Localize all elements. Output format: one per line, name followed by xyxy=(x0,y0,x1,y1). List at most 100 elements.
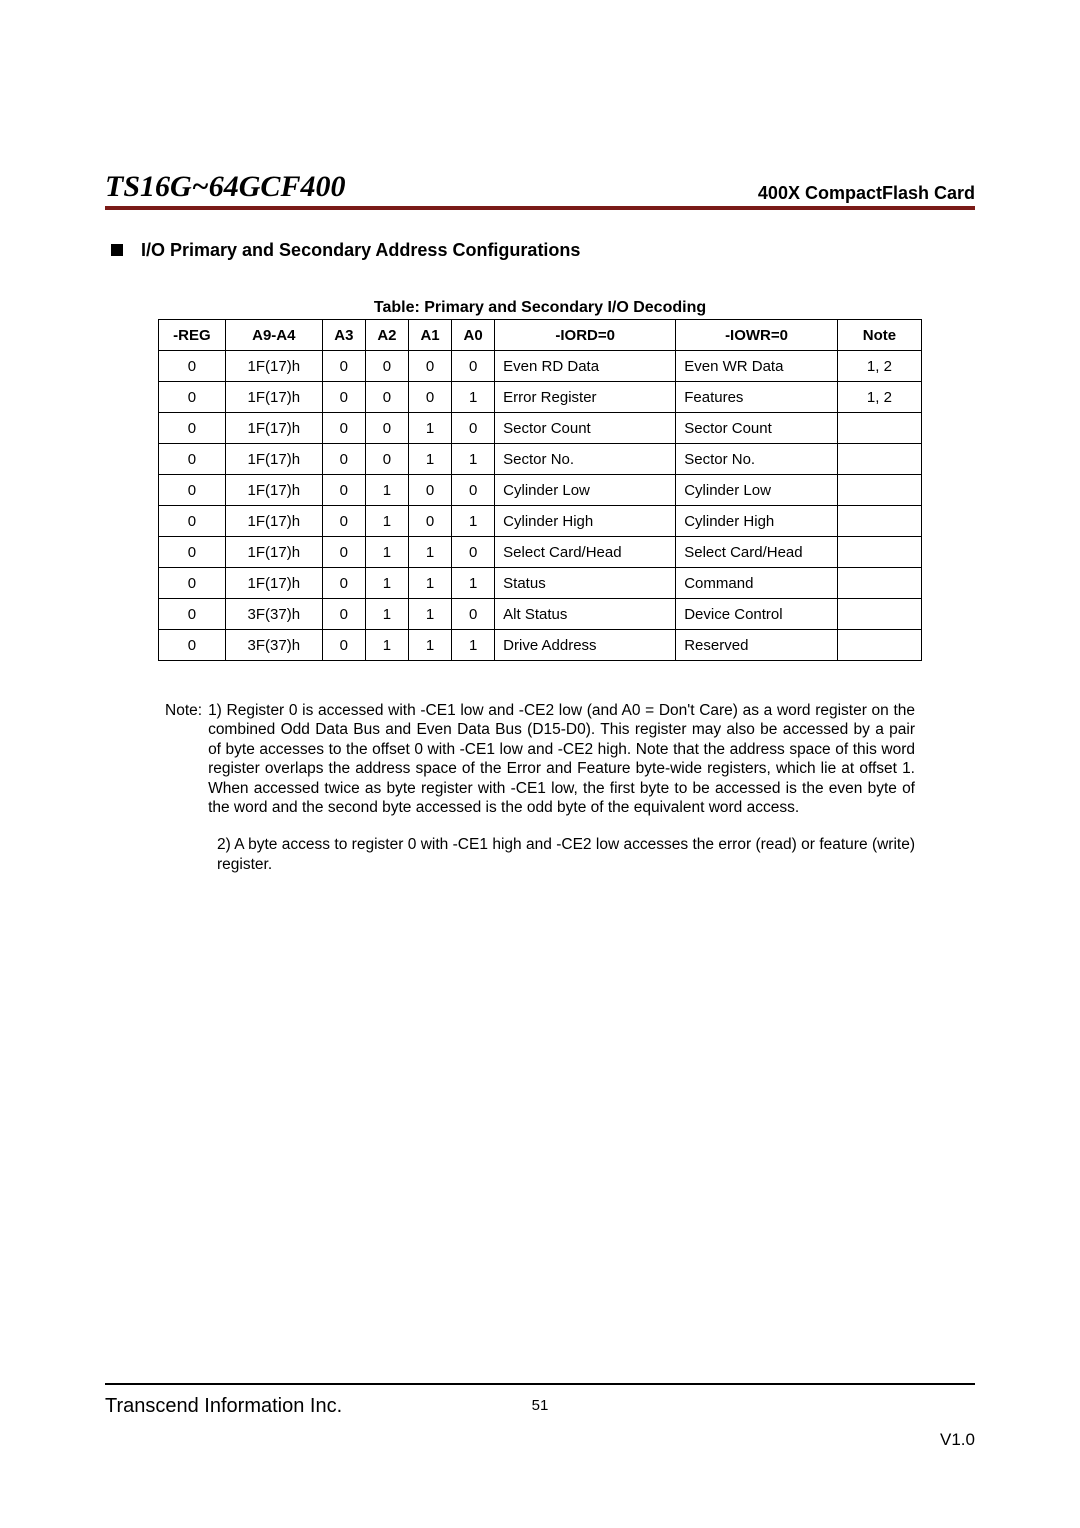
table-cell: 0 xyxy=(159,568,226,599)
table-cell: 0 xyxy=(452,537,495,568)
table-cell: 0 xyxy=(365,444,408,475)
table-cell: Cylinder Low xyxy=(495,475,676,506)
table-cell: 1 xyxy=(408,537,451,568)
table-cell: 0 xyxy=(322,537,365,568)
table-cell: 1 xyxy=(452,382,495,413)
table-cell: Select Card/Head xyxy=(495,537,676,568)
document-version: V1.0 xyxy=(940,1430,975,1450)
table-row: 01F(17)h0001Error RegisterFeatures1, 2 xyxy=(159,382,922,413)
col-header: A3 xyxy=(322,320,365,351)
table-cell: Features xyxy=(676,382,838,413)
product-model: TS16G~64GCF400 xyxy=(105,170,345,204)
table-cell xyxy=(837,413,921,444)
table-cell: 1 xyxy=(365,599,408,630)
table-cell: Select Card/Head xyxy=(676,537,838,568)
table-cell: 0 xyxy=(159,413,226,444)
table-cell: Sector Count xyxy=(495,413,676,444)
table-row: 01F(17)h0111StatusCommand xyxy=(159,568,922,599)
table-cell: Sector Count xyxy=(676,413,838,444)
table-row: 01F(17)h0010Sector CountSector Count xyxy=(159,413,922,444)
note-2-text: 2) A byte access to register 0 with -CE1… xyxy=(217,835,915,874)
table-cell: 0 xyxy=(159,506,226,537)
table-cell: 0 xyxy=(322,382,365,413)
table-cell: 0 xyxy=(159,537,226,568)
table-cell: 3F(37)h xyxy=(225,599,322,630)
col-header: Note xyxy=(837,320,921,351)
table-cell: 0 xyxy=(408,475,451,506)
table-cell: Sector No. xyxy=(495,444,676,475)
table-cell: 1F(17)h xyxy=(225,537,322,568)
table-cell xyxy=(837,444,921,475)
col-header: A2 xyxy=(365,320,408,351)
table-cell: 1 xyxy=(408,630,451,661)
table-cell: 0 xyxy=(452,351,495,382)
table-cell: 1 xyxy=(365,475,408,506)
table-cell: Drive Address xyxy=(495,630,676,661)
table-cell xyxy=(837,599,921,630)
table-cell: 0 xyxy=(452,599,495,630)
table-cell: 0 xyxy=(322,351,365,382)
page-number: 51 xyxy=(532,1397,549,1414)
table-cell: Error Register xyxy=(495,382,676,413)
table-cell: 1 xyxy=(365,630,408,661)
company-name: Transcend Information Inc. xyxy=(105,1395,342,1418)
table-cell: 0 xyxy=(365,382,408,413)
table-cell: 0 xyxy=(322,413,365,444)
table-cell: 0 xyxy=(322,568,365,599)
table-cell: 1 xyxy=(365,506,408,537)
table-cell: 0 xyxy=(159,630,226,661)
table-cell xyxy=(837,537,921,568)
table-cell: 0 xyxy=(159,444,226,475)
table-cell: Cylinder High xyxy=(676,506,838,537)
note-label: Note: xyxy=(165,701,208,817)
table-cell: 0 xyxy=(452,475,495,506)
table-cell: 1F(17)h xyxy=(225,475,322,506)
table-cell: 0 xyxy=(408,351,451,382)
table-cell: Reserved xyxy=(676,630,838,661)
table-cell: Status xyxy=(495,568,676,599)
col-header: -IORD=0 xyxy=(495,320,676,351)
table-cell: Even WR Data xyxy=(676,351,838,382)
table-cell: 1 xyxy=(452,506,495,537)
table-cell: 1, 2 xyxy=(837,351,921,382)
table-cell: 1 xyxy=(452,444,495,475)
table-header-row: -REG A9-A4 A3 A2 A1 A0 -IORD=0 -IOWR=0 N… xyxy=(159,320,922,351)
table-cell: 0 xyxy=(322,444,365,475)
table-cell: Cylinder High xyxy=(495,506,676,537)
table-cell: 0 xyxy=(322,599,365,630)
table-cell: 1 xyxy=(365,568,408,599)
table-cell xyxy=(837,630,921,661)
table-cell: 0 xyxy=(452,413,495,444)
table-cell: 0 xyxy=(365,351,408,382)
table-cell: 1 xyxy=(408,568,451,599)
table-cell: 1 xyxy=(408,599,451,630)
table-cell: 1 xyxy=(408,413,451,444)
table-cell xyxy=(837,475,921,506)
note-1-text: 1) Register 0 is accessed with -CE1 low … xyxy=(208,701,915,817)
table-cell: Sector No. xyxy=(676,444,838,475)
section-heading-row: I/O Primary and Secondary Address Config… xyxy=(105,240,975,261)
table-cell: 3F(37)h xyxy=(225,630,322,661)
col-header: A1 xyxy=(408,320,451,351)
page-footer: Transcend Information Inc. 51 xyxy=(105,1383,975,1418)
table-cell: 0 xyxy=(322,630,365,661)
table-cell: 1F(17)h xyxy=(225,506,322,537)
table-cell xyxy=(837,568,921,599)
io-decoding-table: -REG A9-A4 A3 A2 A1 A0 -IORD=0 -IOWR=0 N… xyxy=(158,319,922,661)
table-cell: 1F(17)h xyxy=(225,413,322,444)
table-cell: 0 xyxy=(408,382,451,413)
table-cell: 1F(17)h xyxy=(225,444,322,475)
col-header: A0 xyxy=(452,320,495,351)
col-header: A9-A4 xyxy=(225,320,322,351)
col-header: -REG xyxy=(159,320,226,351)
table-row: 03F(37)h0110Alt StatusDevice Control xyxy=(159,599,922,630)
table-cell: 1F(17)h xyxy=(225,568,322,599)
table-row: 01F(17)h0110Select Card/HeadSelect Card/… xyxy=(159,537,922,568)
section-title: I/O Primary and Secondary Address Config… xyxy=(141,240,580,261)
table-cell: 1 xyxy=(408,444,451,475)
table-row: 03F(37)h0111Drive AddressReserved xyxy=(159,630,922,661)
product-subtitle: 400X CompactFlash Card xyxy=(758,183,975,204)
square-bullet-icon xyxy=(111,244,123,256)
table-cell: Alt Status xyxy=(495,599,676,630)
notes-block: Note: 1) Register 0 is accessed with -CE… xyxy=(165,701,915,874)
